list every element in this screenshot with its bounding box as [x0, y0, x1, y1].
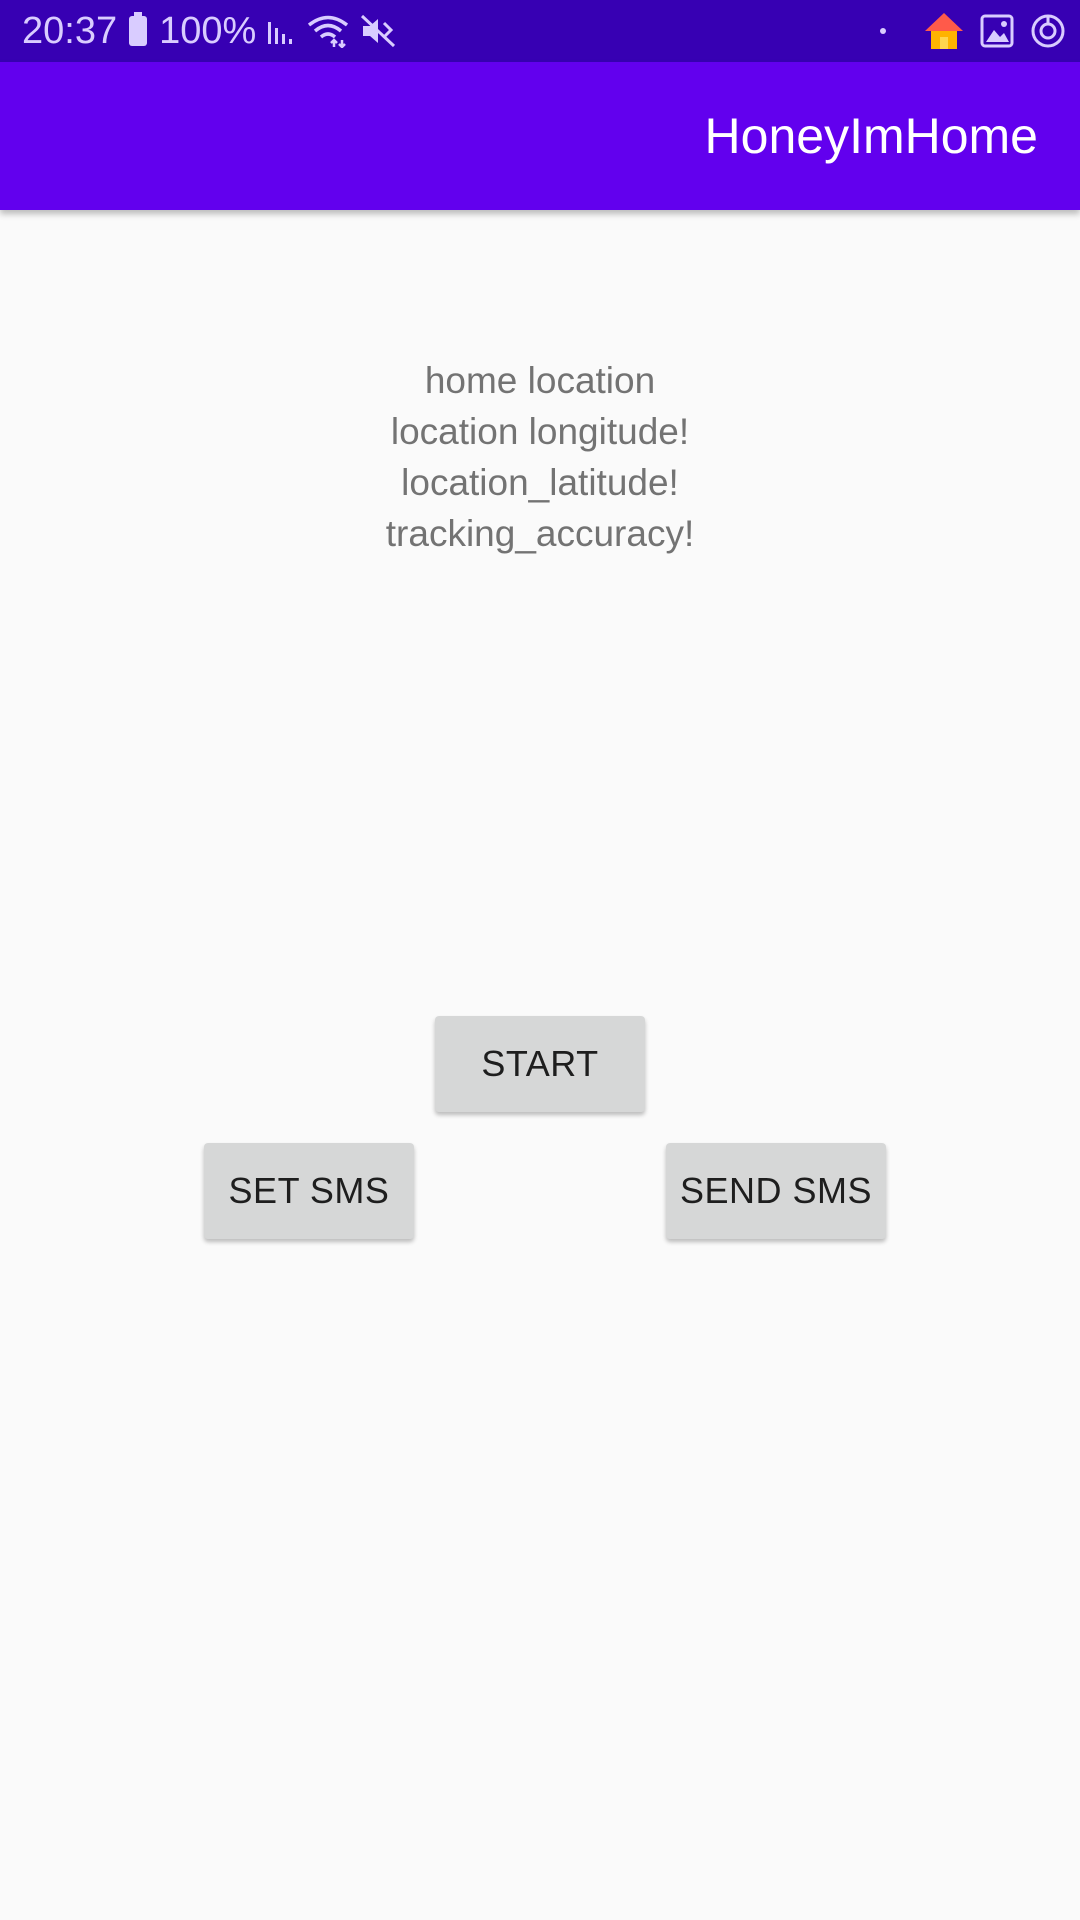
battery-percent: 100% — [159, 9, 257, 52]
send-sms-button[interactable]: SEND SMS — [666, 1143, 886, 1239]
app-bar: HoneyImHome — [0, 62, 1080, 210]
signal-icon — [266, 16, 296, 46]
gallery-icon — [980, 14, 1014, 48]
status-time: 20:37 — [22, 9, 118, 52]
set-sms-button[interactable]: SET SMS — [204, 1143, 414, 1239]
status-bar: 20:37 100% — [0, 0, 1080, 62]
home-location-label: home location — [424, 360, 656, 401]
notification-dot-icon — [880, 28, 886, 34]
wifi-icon — [306, 14, 350, 48]
status-bar-left: 20:37 100% — [22, 0, 398, 62]
start-button[interactable]: START — [435, 1016, 645, 1112]
location-info: home location location longitude! locati… — [0, 355, 1080, 559]
battery-icon — [127, 12, 149, 46]
home-app-icon — [924, 11, 964, 51]
mute-vibrate-icon — [360, 14, 398, 48]
longitude-label: location longitude! — [390, 411, 690, 452]
sync-icon — [1030, 13, 1066, 49]
status-bar-right — [880, 0, 1066, 62]
app-screen: 20:37 100% HoneyImHome home location loc… — [0, 0, 1080, 1920]
app-title: HoneyImHome — [704, 108, 1038, 164]
accuracy-label: tracking_accuracy! — [385, 513, 695, 554]
latitude-label: location_latitude! — [401, 462, 679, 503]
